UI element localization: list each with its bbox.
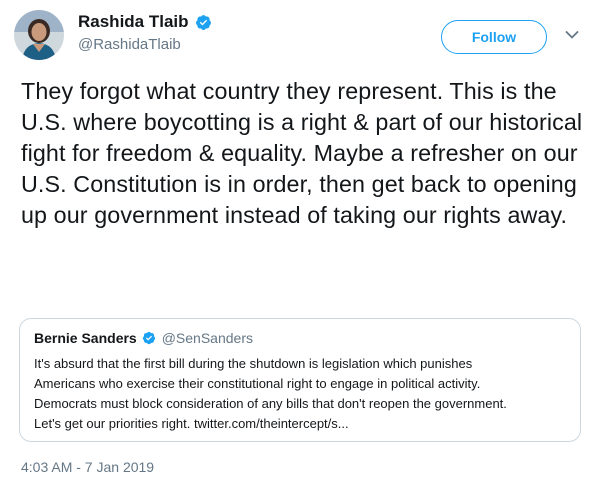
tweet-card: Rashida Tlaib @RashidaTlaib Follow They …	[0, 0, 607, 486]
quoted-author-name: Bernie Sanders	[34, 330, 137, 346]
author-name[interactable]: Rashida Tlaib	[78, 12, 189, 32]
verified-badge-icon	[195, 14, 212, 31]
quoted-tweet-text: It's absurd that the first bill during t…	[34, 356, 507, 431]
verified-badge-icon	[142, 331, 156, 345]
author-name-row: Rashida Tlaib	[78, 12, 212, 32]
quoted-author-row: Bernie Sanders @SenSanders	[34, 330, 253, 346]
quoted-tweet-card[interactable]: Bernie Sanders @SenSanders It's absurd t…	[19, 318, 581, 442]
quoted-author-handle: @SenSanders	[161, 330, 253, 346]
tweet-text: They forgot what country they represent.…	[21, 78, 583, 228]
follow-button[interactable]: Follow	[441, 20, 547, 54]
avatar-image	[14, 10, 64, 60]
chevron-down-icon[interactable]	[565, 30, 579, 40]
avatar[interactable]	[14, 10, 64, 60]
author-handle[interactable]: @RashidaTlaib	[78, 36, 212, 53]
tweet-timestamp[interactable]: 4:03 AM - 7 Jan 2019	[21, 459, 154, 475]
author-block: Rashida Tlaib @RashidaTlaib	[78, 12, 212, 53]
